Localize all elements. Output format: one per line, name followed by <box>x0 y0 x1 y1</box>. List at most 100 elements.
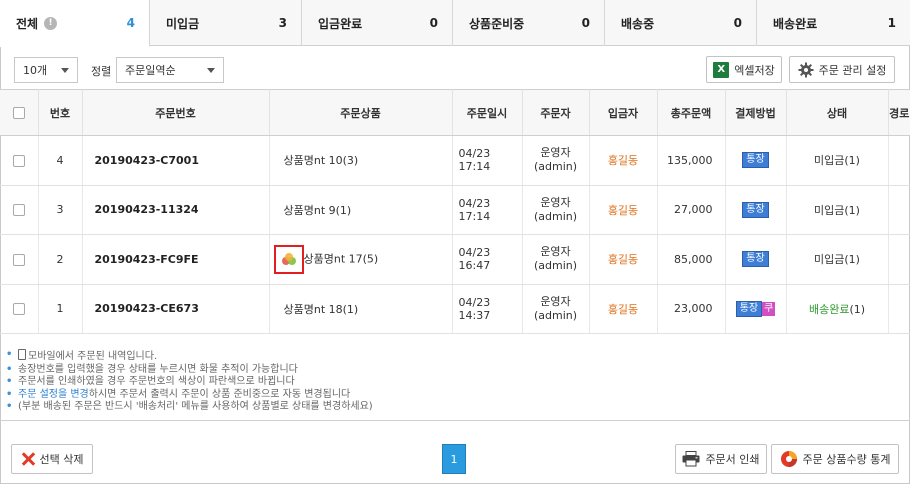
stats-button-label: 주문 상품수량 통계 <box>802 453 891 466</box>
payment-method-cell: 통장 쿠 <box>725 284 787 334</box>
column-header: 총주문액 <box>657 89 726 136</box>
row-select-cell <box>0 185 39 235</box>
tab-label: 전체 <box>16 16 39 31</box>
payment-method-cell: 통장 <box>725 234 787 285</box>
close-icon <box>21 452 35 466</box>
printer-icon <box>682 451 700 467</box>
row-checkbox[interactable] <box>12 204 25 217</box>
excel-export-button[interactable]: X 엑셀저장 <box>706 56 782 83</box>
tab-delivered[interactable]: 배송완료 1 <box>757 0 910 46</box>
sort-select[interactable]: 주문일역순 <box>116 57 224 83</box>
tab-all[interactable]: 전체 ! 4 <box>0 0 150 47</box>
status-cell[interactable]: 미입금(1) <box>786 234 889 285</box>
tab-shipping[interactable]: 배송중 0 <box>605 0 757 46</box>
product-name: 상품명nt 17(5) <box>303 252 379 266</box>
orders-table: 번호 주문번호 주문상품 주문일시 주문자 입금자 총주문액 결제방법 상태 경… <box>0 89 910 334</box>
bank-badge: 통장 <box>742 251 769 268</box>
order-date: 04/23 14:37 <box>452 284 523 334</box>
table-row[interactable]: 2 20190423-FC9FE 상품명nt 17(5) 04/23 16:47… <box>0 234 910 285</box>
column-header: 결제방법 <box>725 89 787 136</box>
page-button-current[interactable]: 1 <box>442 444 466 474</box>
order-date: 04/23 16:47 <box>452 234 523 285</box>
page-size-value: 10개 <box>23 64 48 77</box>
order-number-link[interactable]: 20190423-11324 <box>82 185 270 235</box>
order-date: 04/23 17:14 <box>452 135 523 186</box>
table-header-row: 번호 주문번호 주문상품 주문일시 주문자 입금자 총주문액 결제방법 상태 경… <box>0 89 910 136</box>
page-size-select[interactable]: 10개 <box>14 57 78 83</box>
tab-count: 0 <box>733 16 742 30</box>
tab-paid[interactable]: 입금완료 0 <box>302 0 453 46</box>
product-cell[interactable]: 상품명nt 17(5) <box>269 234 453 285</box>
tab-count: 0 <box>429 16 438 30</box>
note-text: 주문서를 인쇄하였을 경우 주문번호의 색상이 파란색으로 바뀝니다 <box>18 376 295 387</box>
status-cell[interactable]: 미입금(1) <box>786 185 889 235</box>
note-text: 모바일에서 주문된 내역입니다. <box>28 351 158 362</box>
table-row[interactable]: 1 20190423-CE673 상품명nt 18(1) 04/23 14:37… <box>0 284 910 334</box>
tab-label: 배송완료 <box>773 16 818 31</box>
tab-count: 0 <box>581 16 590 30</box>
row-number: 2 <box>38 234 83 285</box>
settings-button-label: 주문 관리 설정 <box>818 63 887 77</box>
status-text: 미입금 <box>814 253 845 267</box>
help-notes: • 모바일에서 주문된 내역입니다. • 송장번호를 입력했을 경우 상태를 누르시… <box>6 349 886 414</box>
route-cell <box>888 234 910 285</box>
tab-count: 1 <box>887 16 896 30</box>
order-number-link[interactable]: 20190423-FC9FE <box>82 234 270 285</box>
excel-icon: X <box>713 61 730 78</box>
status-cell[interactable]: 배송완료(1) <box>786 284 889 334</box>
total-amount: 27,000 <box>657 185 726 235</box>
print-orders-button[interactable]: 주문서 인쇄 <box>675 444 767 474</box>
select-all-checkbox[interactable] <box>12 107 25 119</box>
note-item: • 주문서를 인쇄하였을 경우 주문번호의 색상이 파란색으로 바뀝니다 <box>6 376 295 387</box>
order-number-link[interactable]: 20190423-CE673 <box>82 284 270 334</box>
product-name[interactable]: 상품명nt 10(3) <box>269 135 453 186</box>
row-checkbox[interactable] <box>12 154 25 167</box>
table-row[interactable]: 3 20190423-11324 상품명nt 9(1) 04/23 17:14 … <box>0 185 910 235</box>
orderer-name: 운영자(admin) <box>522 135 590 186</box>
gear-icon <box>798 62 814 77</box>
column-header: 경로 <box>888 89 910 136</box>
status-count: (1) <box>844 154 860 168</box>
mobile-order-icon <box>281 252 296 265</box>
status-text: 미입금 <box>814 154 845 168</box>
row-checkbox[interactable] <box>12 303 25 316</box>
pie-chart-icon <box>780 451 797 467</box>
delete-button-label: 선택 삭제 <box>39 453 84 466</box>
order-number-link[interactable]: 20190423-C7001 <box>82 135 270 186</box>
payer-name: 홍길동 <box>589 185 658 235</box>
order-stats-button[interactable]: 주문 상품수량 통계 <box>771 444 899 474</box>
row-select-cell <box>0 135 39 186</box>
column-header: 주문상품 <box>269 89 453 136</box>
row-select-cell <box>0 284 39 334</box>
note-item: • 모바일에서 주문된 내역입니다. <box>6 349 158 362</box>
tab-unpaid[interactable]: 미입금 3 <box>150 0 302 46</box>
chevron-down-icon <box>207 68 215 73</box>
column-header: 주문번호 <box>82 89 270 136</box>
product-name[interactable]: 상품명nt 18(1) <box>269 284 453 334</box>
tab-preparing[interactable]: 상품준비중 0 <box>453 0 605 46</box>
delete-selected-button[interactable]: 선택 삭제 <box>11 444 93 474</box>
note-item: • (부분 배송된 주문은 반드시 '배송처리' 메뉴를 사용하여 상품별로 상태… <box>6 401 373 412</box>
excel-button-label: 엑셀저장 <box>734 63 775 77</box>
divider <box>0 420 910 421</box>
status-count: (1) <box>844 203 860 217</box>
table-row[interactable]: 4 20190423-C7001 상품명nt 10(3) 04/23 17:14… <box>0 135 910 186</box>
product-thumbnail[interactable] <box>273 244 304 274</box>
tab-label: 입금완료 <box>318 16 363 31</box>
info-icon[interactable]: ! <box>44 16 58 30</box>
orderer-name: 운영자(admin) <box>522 185 590 235</box>
note-text: 하시면 주문서 출력시 주문이 상품 준비중으로 자동 변경됩니다 <box>88 388 351 400</box>
bank-badge: 통장 <box>742 152 769 169</box>
tab-count: 4 <box>126 16 135 30</box>
note-item: • 송장번호를 입력했을 경우 상태를 누르시면 화물 추적이 가능합니다 <box>6 363 298 375</box>
payer-name: 홍길동 <box>589 234 658 285</box>
total-amount: 85,000 <box>657 234 726 285</box>
tab-label: 상품준비중 <box>469 16 525 31</box>
order-settings-link[interactable]: 주문 설정을 변경 <box>18 389 89 400</box>
bank-badge: 통장 <box>735 300 763 317</box>
status-cell[interactable]: 미입금(1) <box>786 135 889 186</box>
row-number: 3 <box>38 185 83 235</box>
row-checkbox[interactable] <box>12 253 25 266</box>
order-settings-button[interactable]: 주문 관리 설정 <box>789 56 895 83</box>
product-name[interactable]: 상품명nt 9(1) <box>269 185 453 235</box>
